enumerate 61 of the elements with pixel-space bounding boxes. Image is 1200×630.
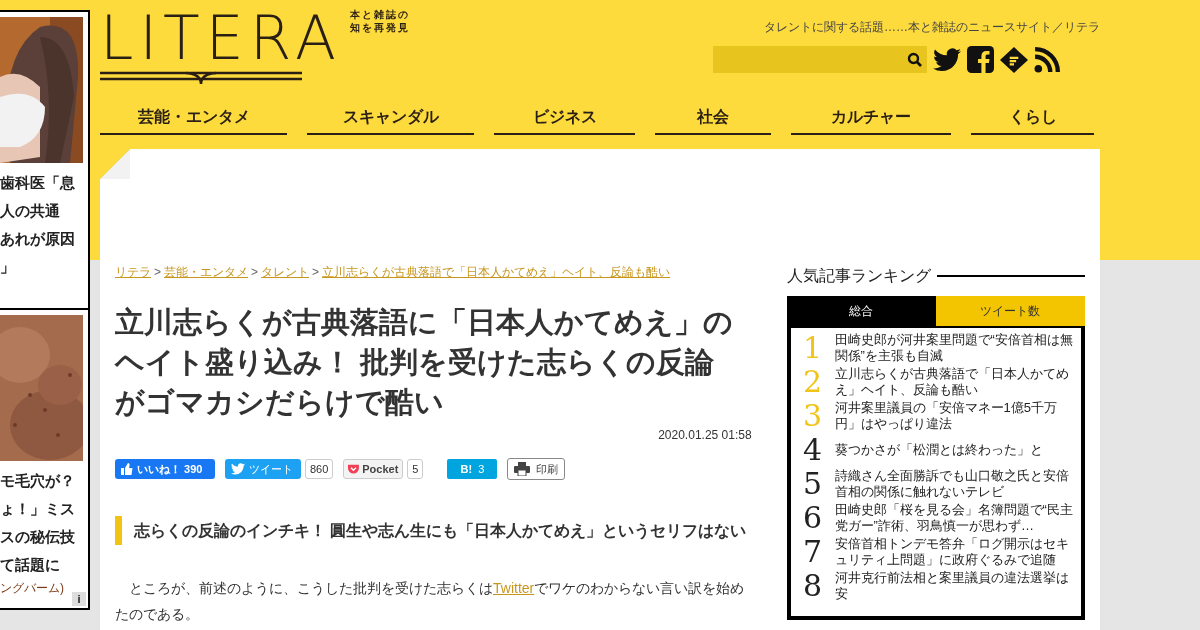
pocket-button[interactable]: Pocket	[343, 459, 404, 479]
ranking-article-link[interactable]: 河井克行前法相と案里議員の違法選挙は安	[834, 570, 1073, 602]
nav-link[interactable]: 芸能・エンタメ	[100, 100, 287, 135]
nav-link[interactable]: くらし	[971, 100, 1094, 135]
rank-number: 2	[802, 367, 824, 397]
breadcrumb-separator: >	[251, 265, 259, 279]
heading-accent-bar	[115, 516, 122, 545]
folded-corner-icon	[100, 149, 130, 179]
section-heading: 志らくの反論のインチキ！ 圓生や志ん生にも「日本人かてめえ」というセリフはない	[134, 520, 747, 542]
ranking-article-link[interactable]: 立川志らくが古典落語で「日本人かてめえ」ヘイト、反論も酷い	[834, 366, 1073, 398]
article-paragraph: ところが、前述のように、こうした批判を受けた志らくはTwitterでワケのわからない言い訳を始めたのである。	[115, 579, 746, 624]
info-button[interactable]: i	[72, 592, 86, 606]
share-count: 860	[305, 459, 334, 479]
ranking-article-link[interactable]: 田崎史郎「桜を見る会」名簿問題で“民主党ガー”詐術、羽鳥慎一が思わず…	[834, 502, 1073, 534]
breadcrumb-separator: >	[312, 265, 320, 279]
article-title: 立川志らくが古典落語に「日本人かてめえ」のヘイト盛り込み！ 批判を受けた志らくの反論がゴマカシだらけで酷い	[115, 305, 734, 420]
ad-text-line[interactable]: モ毛穴が？	[0, 467, 88, 495]
rank-number: 7	[802, 537, 824, 567]
rank-number: 3	[802, 401, 824, 431]
ad-text-line[interactable]: て話題に	[0, 551, 88, 579]
facebook-icon[interactable]	[967, 46, 994, 73]
ad-text-line[interactable]: 人の共通	[0, 197, 88, 225]
nav-link[interactable]: ビジネス	[494, 100, 635, 135]
nav-link[interactable]: スキャンダル	[307, 100, 474, 135]
print-button[interactable]: 印刷	[507, 458, 566, 480]
printer-icon	[514, 462, 531, 476]
logo-tagline: 本と雑誌の 知を再発見	[350, 8, 410, 34]
pocket-icon	[348, 463, 360, 475]
twitter-icon[interactable]	[933, 47, 961, 72]
ad-text-line[interactable]: 歯科医「息	[0, 169, 88, 197]
rss-icon[interactable]	[1034, 46, 1060, 73]
share-count: 5	[407, 459, 424, 479]
rank-number: 6	[802, 503, 824, 533]
nav-link[interactable]: 社会	[655, 100, 771, 135]
rank-number: 4	[802, 435, 824, 465]
ranking-title: 人気記事ランキング	[786, 266, 931, 286]
logo[interactable]: LITERA	[100, 6, 342, 70]
rank-number: 1	[802, 333, 824, 363]
ad-text-line[interactable]: あれが原因	[0, 225, 88, 253]
ranking-article-link[interactable]: 河井案里議員の「安倍マネー1億5千万円」はやっぱり違法	[834, 400, 1073, 432]
ranking-article-link[interactable]: 詩織さん全面勝訴でも山口敬之氏と安倍首相の関係に触れないテレビ	[834, 468, 1073, 500]
like-button[interactable]: いいね！ 390	[115, 459, 215, 479]
rank-number: 5	[802, 469, 824, 499]
rank-number: 8	[802, 571, 824, 601]
bird-icon	[231, 463, 245, 475]
ad-text-line[interactable]: 」	[0, 253, 88, 281]
ad-text-line[interactable]: スの秘伝技	[0, 523, 88, 551]
search-field[interactable]	[713, 46, 927, 73]
nav-link[interactable]: カルチャー	[791, 100, 951, 135]
ranking-article-link[interactable]: 安倍首相トンデモ答弁「ログ開示はセキュリティ上問題」に政府ぐるみで追随	[834, 536, 1073, 568]
ad-text-line[interactable]: ょ！」ミス	[0, 495, 88, 523]
ranking-article-link[interactable]: 葵つかさが「松潤とは終わった」と	[834, 442, 1043, 458]
search-icon[interactable]	[907, 51, 923, 68]
thumbs-up-icon	[121, 463, 133, 475]
breadcrumb-separator: >	[154, 265, 161, 279]
site-tagline: タレントに関する話題……本と雑誌のニュースサイト／リテラ	[764, 19, 1100, 36]
ranking-article-link[interactable]: 田崎史郎が河井案里問題で“安倍首相は無関係”を主張も自滅	[834, 332, 1073, 364]
publish-date: 2020.01.25 01:58	[657, 427, 752, 444]
book-icon	[100, 70, 302, 86]
ranking-tab[interactable]: ツイート数	[935, 296, 1085, 326]
ranking-tab[interactable]: 総合	[786, 296, 936, 326]
